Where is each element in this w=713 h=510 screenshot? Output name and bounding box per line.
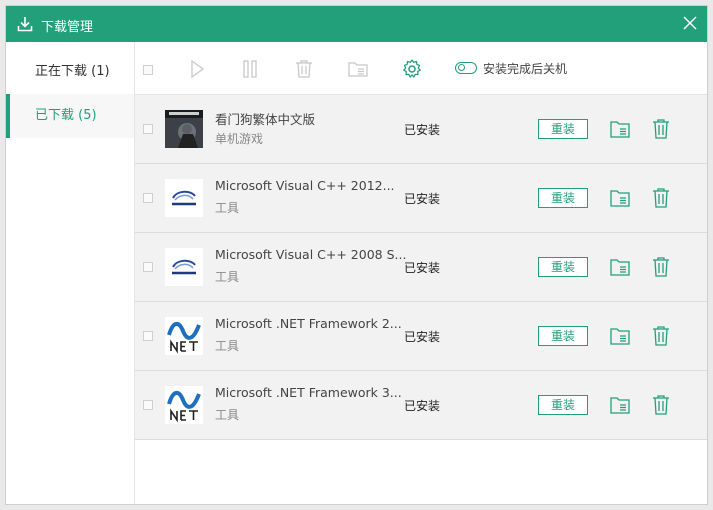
titlebar: 下载管理 <box>6 6 707 42</box>
install-status: 已安装 <box>404 330 441 344</box>
download-icon <box>17 17 33 32</box>
table-row: Microsoft Visual C++ 2008 S... 工具 已安装 重装 <box>135 233 707 302</box>
sidebar-item-downloaded[interactable]: 已下载 (5) <box>6 94 134 138</box>
download-name: Microsoft Visual C++ 2008 S... <box>215 247 407 262</box>
open-folder-icon[interactable] <box>609 326 631 346</box>
watch-dogs-game-icon <box>165 110 203 148</box>
download-list: 看门狗繁体中文版 单机游戏 已安装 重装 Microsoft Visual C+… <box>135 95 707 440</box>
install-status: 已安装 <box>404 261 441 275</box>
reinstall-button[interactable]: 重装 <box>538 119 588 139</box>
table-row: Microsoft .NET Framework 2... 工具 已安装 重装 <box>135 302 707 371</box>
download-category: 单机游戏 <box>215 132 264 146</box>
download-category: 工具 <box>215 339 240 353</box>
install-status: 已安装 <box>404 192 441 206</box>
download-category: 工具 <box>215 270 240 284</box>
close-icon[interactable] <box>681 14 699 32</box>
reinstall-button[interactable]: 重装 <box>538 188 588 208</box>
sidebar: 正在下载 (1) 已下载 (5) <box>6 42 135 504</box>
table-row: Microsoft Visual C++ 2012... 工具 已安装 重装 <box>135 164 707 233</box>
download-category: 工具 <box>215 201 240 215</box>
open-folder-icon[interactable] <box>609 188 631 208</box>
download-name: Microsoft .NET Framework 2... <box>215 316 402 331</box>
play-icon[interactable] <box>186 58 208 80</box>
reinstall-button[interactable]: 重装 <box>538 326 588 346</box>
pause-icon[interactable] <box>239 58 261 80</box>
download-name: 看门狗繁体中文版 <box>215 112 316 127</box>
reinstall-button[interactable]: 重装 <box>538 395 588 415</box>
visual-studio-logo-icon <box>165 179 203 217</box>
row-checkbox[interactable] <box>143 331 153 341</box>
download-category: 工具 <box>215 408 240 422</box>
delete-icon[interactable] <box>651 118 671 140</box>
sidebar-item-downloading[interactable]: 正在下载 (1) <box>6 50 134 94</box>
table-row: Microsoft .NET Framework 3... 工具 已安装 重装 <box>135 371 707 440</box>
window-title: 下载管理 <box>41 20 94 35</box>
delete-icon[interactable] <box>651 325 671 347</box>
settings-gear-icon[interactable] <box>401 58 423 80</box>
row-checkbox[interactable] <box>143 400 153 410</box>
open-folder-icon[interactable] <box>609 257 631 277</box>
sidebar-item-label: 正在下载 (1) <box>35 64 110 79</box>
download-manager-window: 下载管理 正在下载 (1) 已下载 (5) 安装完成后关机 看门狗繁体中文版 单… <box>5 5 708 505</box>
open-folder-icon[interactable] <box>609 119 631 139</box>
dotnet-logo-icon <box>165 317 203 355</box>
sidebar-item-label: 已下载 (5) <box>35 108 97 123</box>
delete-icon[interactable] <box>651 394 671 416</box>
main-panel: 安装完成后关机 看门狗繁体中文版 单机游戏 已安装 重装 Microsoft V… <box>135 42 707 504</box>
download-name: Microsoft Visual C++ 2012... <box>215 178 395 193</box>
auto-shutdown-toggle[interactable] <box>455 62 477 74</box>
install-status: 已安装 <box>404 123 441 137</box>
table-row: 看门狗繁体中文版 单机游戏 已安装 重装 <box>135 95 707 164</box>
row-checkbox[interactable] <box>143 262 153 272</box>
toolbar: 安装完成后关机 <box>135 42 707 95</box>
install-status: 已安装 <box>404 399 441 413</box>
select-all-checkbox[interactable] <box>143 65 153 75</box>
delete-icon[interactable] <box>651 187 671 209</box>
row-checkbox[interactable] <box>143 193 153 203</box>
open-folder-icon[interactable] <box>609 395 631 415</box>
delete-icon[interactable] <box>651 256 671 278</box>
visual-studio-logo-icon <box>165 248 203 286</box>
reinstall-button[interactable]: 重装 <box>538 257 588 277</box>
auto-shutdown-label: 安装完成后关机 <box>483 62 568 76</box>
delete-icon[interactable] <box>293 58 315 80</box>
open-folder-icon[interactable] <box>347 58 369 80</box>
download-name: Microsoft .NET Framework 3... <box>215 385 402 400</box>
dotnet-logo-icon <box>165 386 203 424</box>
row-checkbox[interactable] <box>143 124 153 134</box>
